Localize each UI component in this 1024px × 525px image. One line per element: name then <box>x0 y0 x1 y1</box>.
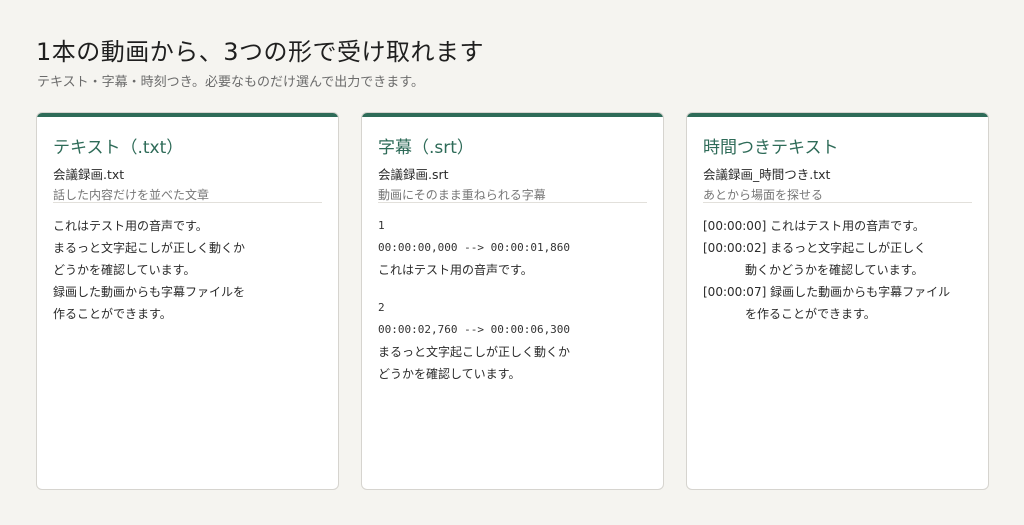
timestamped-line: [00:00:07] 録画した動画からも字幕ファイル <box>703 285 951 299</box>
card-preview: [00:00:00] これはテスト用の音声です。 [00:00:02] まるっと… <box>703 215 974 325</box>
output-format-cards: テキスト（.txt） 会議録画.txt 話した内容だけを並べた文章 これはテスト… <box>36 112 989 490</box>
card-preview: 1 00:00:00,000 --> 00:00:01,860 これはテスト用の… <box>378 215 649 385</box>
card-filename: 会議録画.srt <box>378 167 449 182</box>
card-header: 時間つきテキスト 会議録画_時間つき.txt あとから場面を探せる <box>703 133 972 203</box>
card-title: 字幕（.srt） <box>378 138 474 158</box>
srt-text: まるっと文字起こしが正しく動くか <box>378 345 571 359</box>
timestamped-line: [00:00:02] まるっと文字起こしが正しく <box>703 241 927 255</box>
card-title: テキスト（.txt） <box>53 138 184 158</box>
srt-timecode: 00:00:02,760 --> 00:00:06,300 <box>378 323 571 336</box>
preview-line: 作ることができます。 <box>53 307 172 321</box>
card-header: 字幕（.srt） 会議録画.srt 動画にそのまま重ねられる字幕 <box>378 133 647 203</box>
page-subtitle: テキスト・字幕・時刻つき。必要なものだけ選んで出力できます。 <box>37 75 425 90</box>
card-title: 時間つきテキスト <box>703 138 839 158</box>
preview-line: これはテスト用の音声です。 <box>53 219 208 233</box>
srt-index: 2 <box>378 301 385 314</box>
timestamped-line: [00:00:00] これはテスト用の音声です。 <box>703 219 925 233</box>
srt-text: どうかを確認しています。 <box>378 367 521 381</box>
srt-timecode: 00:00:00,000 --> 00:00:01,860 <box>378 241 571 254</box>
preview-line: 録画した動画からも字幕ファイルを <box>53 285 246 299</box>
preview-line: どうかを確認しています。 <box>53 263 196 277</box>
card-filename: 会議録画_時間つき.txt <box>703 167 831 182</box>
srt-text: これはテスト用の音声です。 <box>378 263 533 277</box>
timestamped-line-continuation: を作ることができます。 <box>745 307 876 321</box>
srt-index: 1 <box>378 219 385 232</box>
card-description: あとから場面を探せる <box>703 188 824 202</box>
preview-line: まるっと文字起こしが正しく動くか <box>53 241 246 255</box>
card-srt[interactable]: 字幕（.srt） 会議録画.srt 動画にそのまま重ねられる字幕 1 00:00… <box>361 112 664 490</box>
card-description: 話した内容だけを並べた文章 <box>53 188 210 202</box>
srt-spacer <box>378 281 649 297</box>
page-title: 1本の動画から、3つの形で受け取れます <box>36 38 485 66</box>
card-timestamped[interactable]: 時間つきテキスト 会議録画_時間つき.txt あとから場面を探せる [00:00… <box>686 112 989 490</box>
page: 1本の動画から、3つの形で受け取れます テキスト・字幕・時刻つき。必要なものだけ… <box>0 0 1024 525</box>
timestamped-line-continuation: 動くかどうかを確認しています。 <box>745 263 924 277</box>
card-header: テキスト（.txt） 会議録画.txt 話した内容だけを並べた文章 <box>53 133 322 203</box>
card-txt[interactable]: テキスト（.txt） 会議録画.txt 話した内容だけを並べた文章 これはテスト… <box>36 112 339 490</box>
card-filename: 会議録画.txt <box>53 167 125 182</box>
card-description: 動画にそのまま重ねられる字幕 <box>378 188 546 202</box>
card-preview: これはテスト用の音声です。 まるっと文字起こしが正しく動くか どうかを確認してい… <box>53 215 324 325</box>
